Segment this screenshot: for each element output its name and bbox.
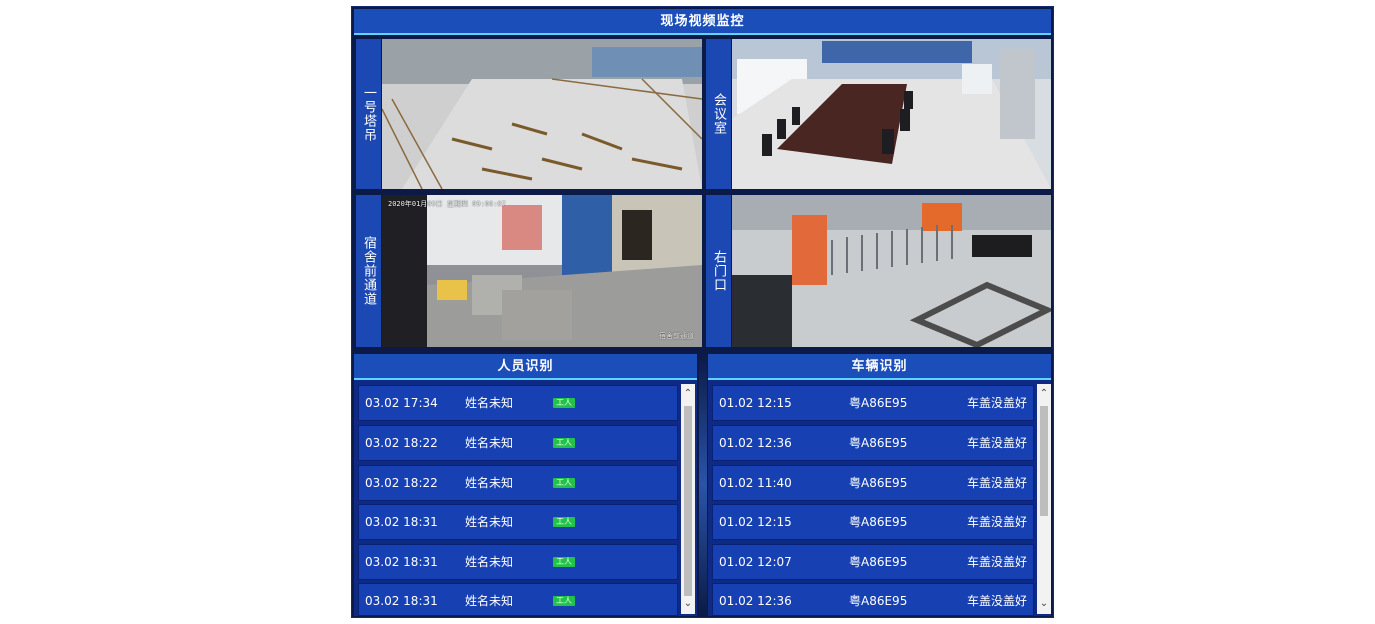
vehicle-status: 车盖没盖好 bbox=[967, 515, 1028, 529]
vehicle-plate: 粤A86E95 bbox=[849, 436, 908, 450]
camera-label-meeting-room: 会议室 bbox=[706, 39, 731, 189]
camera-feed-right-gate[interactable] bbox=[732, 195, 1051, 347]
personnel-scroll-thumb[interactable] bbox=[684, 406, 692, 596]
personnel-name: 姓名未知 bbox=[465, 594, 514, 608]
vehicle-time: 01.02 11:40 bbox=[719, 476, 792, 490]
vehicle-row[interactable]: 01.02 12:15 粤A86E95 车盖没盖好 bbox=[712, 385, 1034, 421]
personnel-panel-title: 人员识别 bbox=[354, 354, 697, 380]
vehicle-panel-title: 车辆识别 bbox=[708, 354, 1051, 380]
vehicle-row[interactable]: 01.02 12:36 粤A86E95 车盖没盖好 bbox=[712, 583, 1034, 616]
personnel-time: 03.02 17:34 bbox=[365, 396, 438, 410]
personnel-row[interactable]: 03.02 17:34 姓名未知 工人 bbox=[358, 385, 678, 421]
vehicle-plate: 粤A86E95 bbox=[849, 476, 908, 490]
camera-feed-tower-crane[interactable] bbox=[382, 39, 702, 189]
personnel-time: 03.02 18:31 bbox=[365, 594, 438, 608]
personnel-name: 姓名未知 bbox=[465, 476, 514, 490]
vehicle-status: 车盖没盖好 bbox=[967, 476, 1028, 490]
vehicle-time: 01.02 12:07 bbox=[719, 555, 792, 569]
personnel-time: 03.02 18:31 bbox=[365, 515, 438, 529]
personnel-recognition-panel: 人员识别 03.02 17:34 姓名未知 工人 03.02 18:22 姓名未… bbox=[354, 354, 697, 616]
vehicle-time: 01.02 12:15 bbox=[719, 396, 792, 410]
panel-divider bbox=[699, 354, 707, 616]
worker-badge: 工人 bbox=[553, 596, 575, 606]
vehicle-recognition-panel: 车辆识别 01.02 12:15 粤A86E95 车盖没盖好 01.02 12:… bbox=[708, 354, 1051, 616]
worker-badge: 工人 bbox=[553, 517, 575, 527]
personnel-row[interactable]: 03.02 18:22 姓名未知 工人 bbox=[358, 465, 678, 501]
vehicle-plate: 粤A86E95 bbox=[849, 515, 908, 529]
scroll-down-icon[interactable]: ⌄ bbox=[681, 596, 695, 612]
camera-label-right-gate: 右门口 bbox=[706, 195, 731, 347]
personnel-time: 03.02 18:22 bbox=[365, 476, 438, 490]
worker-badge: 工人 bbox=[553, 478, 575, 488]
vehicle-row[interactable]: 01.02 12:07 粤A86E95 车盖没盖好 bbox=[712, 544, 1034, 580]
personnel-row[interactable]: 03.02 18:31 姓名未知 工人 bbox=[358, 504, 678, 540]
personnel-row[interactable]: 03.02 18:31 姓名未知 工人 bbox=[358, 583, 678, 616]
camera-name-overlay: 宿舍前通道 bbox=[659, 332, 694, 340]
vehicle-time: 01.02 12:36 bbox=[719, 594, 792, 608]
video-surveillance-panel: 现场视频监控 一号塔吊 会议室 宿舍前通道 2020年01月09日 星期四 09… bbox=[354, 9, 1051, 349]
vehicle-row[interactable]: 01.02 11:40 粤A86E95 车盖没盖好 bbox=[712, 465, 1034, 501]
vehicle-plate: 粤A86E95 bbox=[849, 594, 908, 608]
vehicle-scroll-thumb[interactable] bbox=[1040, 406, 1048, 516]
camera-label-tower-crane: 一号塔吊 bbox=[356, 39, 381, 189]
worker-badge: 工人 bbox=[553, 398, 575, 408]
personnel-scrollbar[interactable]: ⌃ ⌄ bbox=[681, 384, 695, 614]
scroll-up-icon[interactable]: ⌃ bbox=[681, 386, 695, 402]
camera-feed-dormitory-corridor[interactable]: 2020年01月09日 星期四 09:06:07 宿舍前通道 bbox=[382, 195, 702, 347]
vehicle-plate: 粤A86E95 bbox=[849, 555, 908, 569]
camera-label-dormitory-corridor: 宿舍前通道 bbox=[356, 195, 381, 347]
vehicle-row[interactable]: 01.02 12:15 粤A86E95 车盖没盖好 bbox=[712, 504, 1034, 540]
vehicle-time: 01.02 12:15 bbox=[719, 515, 792, 529]
video-panel-title: 现场视频监控 bbox=[354, 9, 1051, 35]
camera-timestamp-overlay: 2020年01月09日 星期四 09:06:07 bbox=[388, 200, 506, 208]
vehicle-scrollbar[interactable]: ⌃ ⌄ bbox=[1037, 384, 1051, 614]
personnel-row[interactable]: 03.02 18:31 姓名未知 工人 bbox=[358, 544, 678, 580]
vehicle-time: 01.02 12:36 bbox=[719, 436, 792, 450]
vehicle-row[interactable]: 01.02 12:36 粤A86E95 车盖没盖好 bbox=[712, 425, 1034, 461]
personnel-name: 姓名未知 bbox=[465, 515, 514, 529]
personnel-time: 03.02 18:22 bbox=[365, 436, 438, 450]
personnel-name: 姓名未知 bbox=[465, 396, 514, 410]
vehicle-status: 车盖没盖好 bbox=[967, 396, 1028, 410]
personnel-name: 姓名未知 bbox=[465, 555, 514, 569]
vehicle-status: 车盖没盖好 bbox=[967, 594, 1028, 608]
camera-feed-meeting-room[interactable] bbox=[732, 39, 1051, 189]
vehicle-status: 车盖没盖好 bbox=[967, 555, 1028, 569]
scroll-up-icon[interactable]: ⌃ bbox=[1037, 386, 1051, 402]
worker-badge: 工人 bbox=[553, 438, 575, 448]
personnel-name: 姓名未知 bbox=[465, 436, 514, 450]
monitoring-dashboard: 现场视频监控 一号塔吊 会议室 宿舍前通道 2020年01月09日 星期四 09… bbox=[351, 6, 1054, 618]
vehicle-plate: 粤A86E95 bbox=[849, 396, 908, 410]
vehicle-status: 车盖没盖好 bbox=[967, 436, 1028, 450]
personnel-row[interactable]: 03.02 18:22 姓名未知 工人 bbox=[358, 425, 678, 461]
personnel-time: 03.02 18:31 bbox=[365, 555, 438, 569]
worker-badge: 工人 bbox=[553, 557, 575, 567]
scroll-down-icon[interactable]: ⌄ bbox=[1037, 596, 1051, 612]
